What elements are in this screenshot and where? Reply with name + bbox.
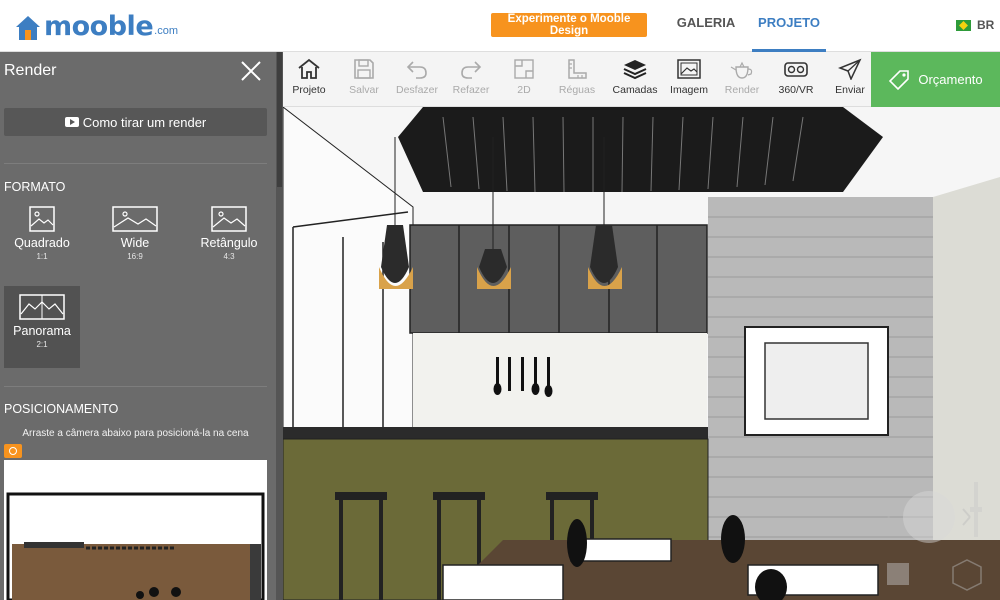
desfazer-button[interactable]: Desfazer (393, 58, 441, 104)
brazil-flag-icon (956, 19, 971, 31)
positioning-section-title: POSICIONAMENTO (4, 402, 119, 416)
logo-suffix: .com (154, 25, 178, 37)
price-tag-icon (889, 69, 910, 90)
format-wide[interactable]: Wide 16:9 (97, 206, 173, 288)
teapot-icon (730, 61, 753, 79)
language-selector[interactable]: BR (956, 18, 994, 32)
tab-projeto[interactable]: PROJETO (752, 0, 826, 52)
logo-text: mooble (44, 11, 154, 42)
home-icon (298, 58, 320, 79)
format-label: Panorama (13, 324, 71, 338)
try-mooble-design-button[interactable]: Experimente o Mooble Design (491, 13, 647, 37)
projeto-button[interactable]: Projeto (289, 58, 329, 104)
reguas-button[interactable]: Réguas (557, 58, 597, 104)
panel-title: Render (4, 62, 57, 79)
orcamento-button[interactable]: Orçamento (871, 52, 1000, 107)
top-header: mooble .com Experimente o Mooble Design … (0, 0, 1000, 52)
kitchen-scene (283, 107, 1000, 600)
3d-viewport[interactable] (283, 107, 1000, 600)
format-label: Wide (120, 236, 150, 250)
vr-icon (784, 62, 808, 77)
camera-position-preview[interactable] (4, 460, 267, 600)
tool-label: Réguas (558, 84, 596, 96)
format-panorama[interactable]: Panorama 2:1 (4, 286, 80, 368)
orcamento-label: Orçamento (918, 72, 983, 87)
render-panel: Render Como tirar um render FORMATO Quad… (0, 52, 283, 600)
imagem-button[interactable]: Imagem (667, 58, 711, 104)
main-toolbar: Projeto Salvar Desfazer Refazer 2D Régua… (283, 52, 871, 107)
wide-image-icon (112, 206, 158, 232)
tool-label: Salvar (349, 84, 379, 96)
how-to-render-label: Como tirar um render (82, 114, 207, 130)
youtube-icon (64, 117, 79, 127)
format-label: Quadrado (14, 236, 70, 250)
tab-galeria[interactable]: GALERIA (670, 0, 742, 52)
format-quadrado[interactable]: Quadrado 1:1 (4, 206, 80, 288)
scrollbar-thumb[interactable] (277, 52, 282, 187)
format-ratio: 4:3 (223, 252, 235, 261)
2d-icon (514, 59, 534, 79)
format-section-title: FORMATO (4, 180, 66, 194)
salvar-button[interactable]: Salvar (344, 58, 384, 104)
format-ratio: 1:1 (36, 252, 48, 261)
camera-icon[interactable] (4, 444, 22, 458)
undo-icon (406, 61, 427, 79)
format-ratio: 2:1 (36, 340, 48, 349)
tool-label: 360/VR (778, 84, 814, 96)
camadas-button[interactable]: Camadas (610, 58, 660, 104)
format-retangulo[interactable]: Retângulo 4:3 (191, 206, 267, 288)
render-button[interactable]: Render (723, 58, 761, 104)
refazer-button[interactable]: Refazer (449, 58, 493, 104)
tool-label: Render (724, 84, 760, 96)
square-image-icon (29, 206, 55, 232)
tool-label: 2D (517, 84, 531, 96)
close-icon[interactable] (240, 60, 262, 82)
divider (4, 386, 267, 387)
divider (4, 163, 267, 164)
rectangle-image-icon (211, 206, 247, 232)
tool-label: Camadas (612, 84, 658, 96)
image-icon (677, 59, 701, 79)
send-icon (838, 58, 862, 80)
tool-label: Projeto (292, 84, 326, 96)
positioning-hint: Arraste a câmera abaixo para posicioná-l… (22, 428, 249, 439)
house-logo-icon (16, 16, 40, 40)
language-label: BR (977, 18, 995, 32)
format-ratio: 16:9 (127, 252, 143, 261)
tool-label: Desfazer (395, 84, 438, 96)
mooble-logo[interactable]: mooble .com (14, 10, 178, 42)
how-to-render-button[interactable]: Como tirar um render (4, 108, 267, 136)
format-label: Retângulo (200, 236, 258, 250)
panel-scrollbar[interactable] (276, 52, 283, 600)
floorplan-preview (4, 460, 267, 600)
2d-button[interactable]: 2D (508, 58, 540, 104)
tool-label: Enviar (835, 84, 865, 96)
tool-label: Refazer (452, 84, 490, 96)
panorama-image-icon (19, 294, 65, 320)
save-icon (354, 59, 374, 79)
360-vr-button[interactable]: 360/VR (776, 58, 816, 104)
chandelier-shape (398, 107, 883, 192)
enviar-button[interactable]: Enviar (831, 58, 869, 104)
redo-icon (461, 61, 482, 79)
ruler-icon (568, 59, 587, 79)
tool-label: Imagem (670, 84, 708, 96)
layers-icon (623, 60, 647, 80)
